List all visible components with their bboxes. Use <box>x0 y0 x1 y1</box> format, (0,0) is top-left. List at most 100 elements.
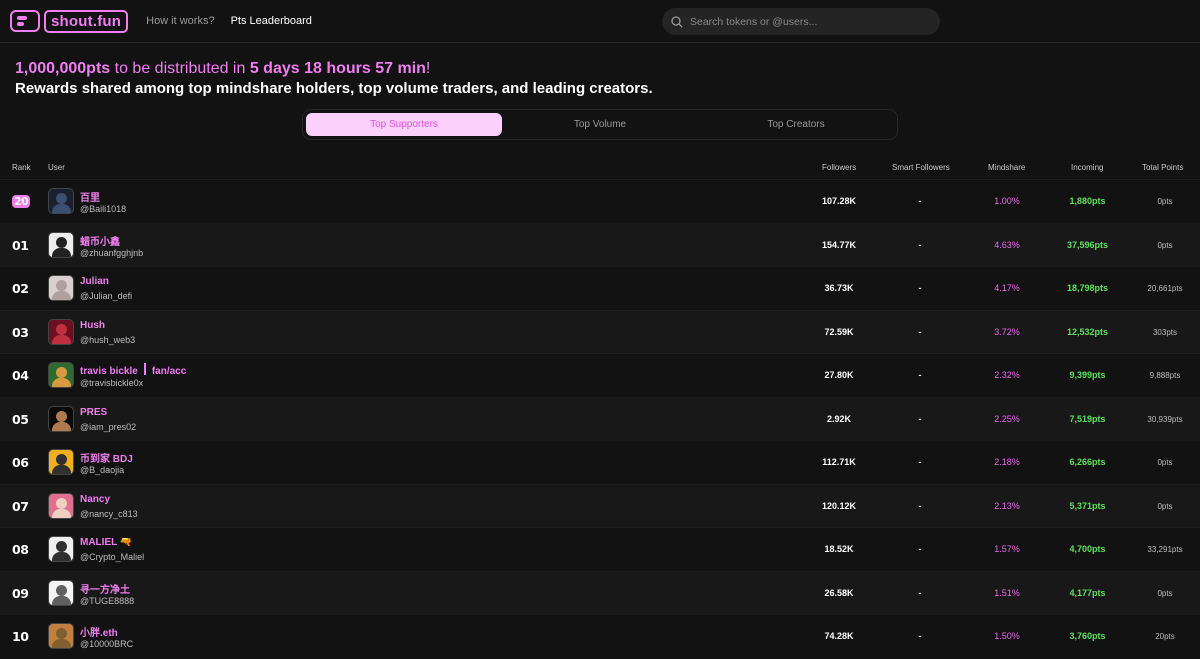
incoming-value: 5,371pts <box>1069 500 1106 511</box>
logo[interactable]: shout.fun <box>10 9 129 33</box>
top-navigation-bar: shout.fun How it works? Pts Leaderboard <box>0 0 1200 42</box>
table-row[interactable]: 04 travis bickle fan/acc @travisbickle0x … <box>0 353 1200 397</box>
mindshare-value: 2.18% <box>994 457 1020 467</box>
rank-number: 10 <box>12 629 29 644</box>
user-handle: @hush_web3 <box>80 334 136 345</box>
column-mindshare: Mindshare <box>988 163 1026 172</box>
table-row[interactable]: 20 百里 @Baili1018 107.28K - 1.00% 1,880pt… <box>0 179 1200 223</box>
column-rank: Rank <box>12 163 31 172</box>
user-name[interactable]: Hush <box>80 320 105 331</box>
total-points-value: 0pts <box>1157 588 1173 598</box>
column-smart-followers: Smart Followers <box>892 163 950 172</box>
tab-top-volume[interactable]: Top Volume <box>502 113 698 136</box>
avatar[interactable] <box>48 275 74 301</box>
table-row[interactable]: 02 Julian @Julian_defi 36.73K - 4.17% 18… <box>0 266 1200 310</box>
smart-followers-value: - <box>918 544 922 554</box>
mindshare-value: 2.32% <box>994 370 1020 380</box>
logo-text: shout.fun <box>44 9 129 33</box>
avatar[interactable] <box>48 188 74 214</box>
incoming-value: 4,700pts <box>1069 544 1106 554</box>
user-handle: @Baili1018 <box>80 204 127 214</box>
mindshare-value: 1.51% <box>994 587 1020 598</box>
rank-number: 01 <box>12 237 29 253</box>
mindshare-value: 1.00% <box>994 196 1020 206</box>
rewards-headline: 1,000,000pts to be distributed in 5 days… <box>15 60 1185 78</box>
followers-value: 107.28K <box>821 196 857 206</box>
total-points-value: 20,661pts <box>1147 284 1183 293</box>
points-total: 1,000,000pts <box>15 60 111 77</box>
rank-number: 07 <box>12 498 29 514</box>
table-header: Rank User Followers Smart Followers Mind… <box>0 159 1200 179</box>
smart-followers-value: - <box>918 196 922 206</box>
table-row[interactable]: 01 蜡币小鑫 @zhuanfgghjnb 154.77K - 4.63% 37… <box>0 222 1200 266</box>
user-name[interactable]: PRES <box>80 407 107 418</box>
incoming-value: 9,399pts <box>1069 370 1106 380</box>
avatar[interactable] <box>48 318 74 345</box>
table-row[interactable]: 03 Hush @hush_web3 72.59K - 3.72% 12,532… <box>0 309 1200 353</box>
search-input[interactable] <box>690 15 930 28</box>
user-name[interactable]: Nancy <box>80 494 110 505</box>
followers-value: 72.59K <box>824 326 854 337</box>
column-user: User <box>48 163 65 172</box>
total-points-value: 30,939pts <box>1147 414 1183 424</box>
total-points-value: 9,888pts <box>1149 371 1181 380</box>
table-row[interactable]: 05 PRES @iam_pres02 2.92K - 2.25% 7,519p… <box>0 396 1200 440</box>
avatar[interactable] <box>48 405 74 432</box>
avatar[interactable] <box>48 579 74 606</box>
avatar[interactable] <box>48 536 74 562</box>
user-name[interactable]: 小胖.eth <box>80 624 118 639</box>
tab-top-supporters[interactable]: Top Supporters <box>306 113 502 136</box>
total-points-value: 0pts <box>1157 240 1173 250</box>
search-icon <box>671 15 683 28</box>
user-name[interactable]: 寻一方净土 <box>80 581 130 596</box>
column-incoming: Incoming <box>1071 163 1104 172</box>
incoming-value: 6,266pts <box>1069 457 1106 467</box>
tab-top-creators[interactable]: Top Creators <box>698 113 894 136</box>
rewards-subtitle: Rewards shared among top mindshare holde… <box>15 80 653 97</box>
smart-followers-value: - <box>918 500 922 511</box>
smart-followers-value: - <box>918 457 922 467</box>
incoming-value: 7,519pts <box>1069 413 1106 424</box>
table-row[interactable]: 08 MALIEL 🔫 @Crypto_Maliel 18.52K - 1.57… <box>0 527 1200 571</box>
nav-how-it-works[interactable]: How it works? <box>146 15 214 27</box>
followers-value: 2.92K <box>826 413 852 424</box>
avatar[interactable] <box>48 231 74 258</box>
table-row[interactable]: 09 寻一方净土 @TUGE8888 26.58K - 1.51% 4,177p… <box>0 570 1200 614</box>
mindshare-value: 1.50% <box>994 631 1020 641</box>
user-name[interactable]: 百里 <box>80 189 100 204</box>
smart-followers-value: - <box>918 631 922 641</box>
avatar[interactable] <box>48 623 74 649</box>
incoming-value: 4,177pts <box>1069 587 1106 598</box>
table-row[interactable]: 07 Nancy @nancy_c813 120.12K - 2.13% 5,3… <box>0 483 1200 527</box>
total-points-value: 0pts <box>1157 458 1173 467</box>
rank-number: 02 <box>12 281 29 296</box>
leaderboard-tabs: Top Supporters Top Volume Top Creators <box>302 109 898 140</box>
search-bar[interactable] <box>662 8 940 35</box>
user-handle: @nancy_c813 <box>80 508 138 519</box>
rank-number: 04 <box>12 368 29 383</box>
table-row[interactable]: 06 币到家 BDJ @B_daojia 112.71K - 2.18% 6,2… <box>0 440 1200 484</box>
user-name[interactable]: 币到家 BDJ <box>80 450 133 465</box>
rewards-banner: 1,000,000pts to be distributed in 5 days… <box>0 43 1200 97</box>
user-name[interactable]: MALIEL 🔫 <box>80 537 132 548</box>
avatar[interactable] <box>48 492 74 519</box>
user-name[interactable]: 蜡币小鑫 <box>80 233 120 248</box>
nav-pts-leaderboard[interactable]: Pts Leaderboard <box>231 15 312 27</box>
smart-followers-value: - <box>918 587 922 598</box>
total-points-value: 0pts <box>1157 501 1173 511</box>
user-name-suffix: fan/acc <box>151 366 187 377</box>
user-handle: @10000BRC <box>80 639 134 649</box>
avatar[interactable] <box>48 449 74 475</box>
user-name[interactable]: travis bickle fan/acc <box>80 363 186 377</box>
rank-number: 03 <box>12 324 29 340</box>
user-name[interactable]: Julian <box>80 276 109 287</box>
smart-followers-value: - <box>918 239 922 250</box>
incoming-value: 37,596pts <box>1066 239 1109 250</box>
avatar[interactable] <box>48 362 74 388</box>
smart-followers-value: - <box>918 413 922 424</box>
smart-followers-value: - <box>918 326 922 337</box>
table-row[interactable]: 10 小胖.eth @10000BRC 74.28K - 1.50% 3,760… <box>0 614 1200 658</box>
user-name-primary: travis bickle <box>80 366 138 377</box>
user-handle: @Julian_defi <box>80 291 133 301</box>
distribution-text: to be distributed in <box>110 60 250 77</box>
